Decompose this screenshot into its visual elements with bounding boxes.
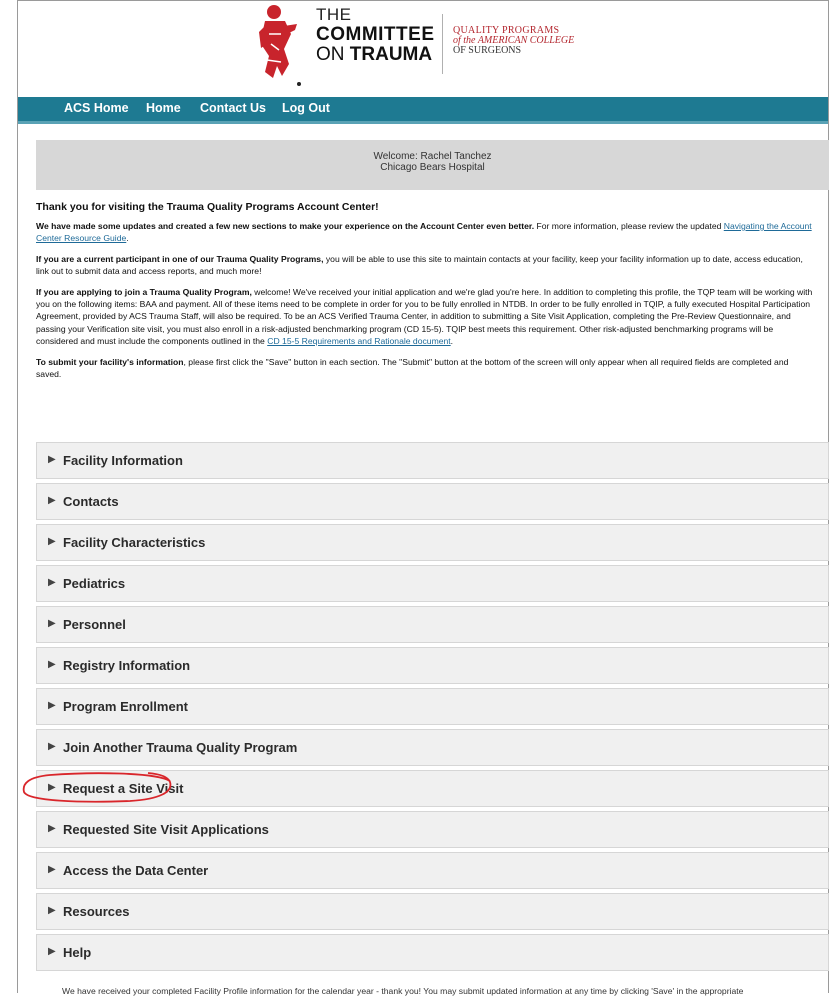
section-label: Facility Characteristics <box>63 535 206 550</box>
expand-arrow-icon: ▶ <box>48 536 56 547</box>
section-label: Personnel <box>63 617 126 632</box>
expand-arrow-icon: ▶ <box>48 905 56 916</box>
committee-on-trauma-wordmark: THE COMMITTEE ON TRAUMA <box>316 5 435 65</box>
cd-15-5-link[interactable]: CD 15-5 Requirements and Rationale docum… <box>267 336 450 346</box>
intro-heading: Thank you for visiting the Trauma Qualit… <box>36 201 379 213</box>
section-personnel[interactable]: ▶ Personnel <box>36 606 829 643</box>
footer-message: We have received your completed Facility… <box>62 986 744 996</box>
section-label: Resources <box>63 904 130 919</box>
welcome-user: Welcome: Rachel Tanchez <box>373 151 492 162</box>
nav-contact-us[interactable]: Contact Us <box>200 101 266 115</box>
section-contacts[interactable]: ▶ Contacts <box>36 483 829 520</box>
expand-arrow-icon: ▶ <box>48 823 56 834</box>
welcome-banner: Welcome: Rachel Tanchez Chicago Bears Ho… <box>36 140 829 190</box>
logo-trauma: TRAUMA <box>349 44 433 65</box>
section-label: Join Another Trauma Quality Program <box>63 740 298 755</box>
trauma-figure-logo-icon <box>259 5 301 86</box>
site-header: THE COMMITTEE ON TRAUMA QUALITY PROGRAMS… <box>0 0 840 95</box>
nav-log-out[interactable]: Log Out <box>282 101 330 115</box>
expand-arrow-icon: ▶ <box>48 618 56 629</box>
red-annotation-circle <box>22 772 172 803</box>
expand-arrow-icon: ▶ <box>48 454 56 465</box>
expand-arrow-icon: ▶ <box>48 577 56 588</box>
section-program-enrollment[interactable]: ▶ Program Enrollment <box>36 688 829 725</box>
expand-arrow-icon: ▶ <box>48 946 56 957</box>
section-label: Help <box>63 945 92 960</box>
section-facility-characteristics[interactable]: ▶ Facility Characteristics <box>36 524 829 561</box>
section-label: Contacts <box>63 494 119 509</box>
logo-divider <box>442 14 443 74</box>
intro-paragraph-submit: To submit your facility's information, p… <box>36 356 789 380</box>
section-pediatrics[interactable]: ▶ Pediatrics <box>36 565 829 602</box>
nav-acs-home[interactable]: ACS Home <box>64 101 129 115</box>
expand-arrow-icon: ▶ <box>48 700 56 711</box>
section-registry-information[interactable]: ▶ Registry Information <box>36 647 829 684</box>
section-join-another-program[interactable]: ▶ Join Another Trauma Quality Program <box>36 729 829 766</box>
section-label: Program Enrollment <box>63 699 188 714</box>
section-label: Facility Information <box>63 453 183 468</box>
expand-arrow-icon: ▶ <box>48 741 56 752</box>
quality-programs-wordmark: QUALITY PROGRAMS of the AMERICAN COLLEGE… <box>453 26 574 56</box>
intro-paragraph-updates: We have made some updates and created a … <box>36 221 812 244</box>
section-label: Pediatrics <box>63 576 126 591</box>
welcome-hospital: Chicago Bears Hospital <box>380 162 485 173</box>
section-label: Registry Information <box>63 658 191 673</box>
logo-committee: COMMITTEE <box>316 24 435 45</box>
section-requested-site-visit-applications[interactable]: ▶ Requested Site Visit Applications <box>36 811 829 848</box>
expand-arrow-icon: ▶ <box>48 495 56 506</box>
section-facility-information[interactable]: ▶ Facility Information <box>36 442 829 479</box>
expand-arrow-icon: ▶ <box>48 864 56 875</box>
expand-arrow-icon: ▶ <box>48 659 56 670</box>
section-resources[interactable]: ▶ Resources <box>36 893 829 930</box>
intro-paragraph-current: If you are a current participant in one … <box>36 253 803 277</box>
main-nav: ACS Home Home Contact Us Log Out <box>18 97 828 124</box>
logo-on: ON <box>316 44 345 65</box>
logo-the: THE <box>316 5 352 24</box>
intro-paragraph-applying: If you are applying to join a Trauma Qua… <box>36 286 813 347</box>
qp-line3: OF SURGEONS <box>453 45 522 56</box>
section-help[interactable]: ▶ Help <box>36 934 829 971</box>
nav-home[interactable]: Home <box>146 101 181 115</box>
section-label: Access the Data Center <box>63 863 209 878</box>
section-access-data-center[interactable]: ▶ Access the Data Center <box>36 852 829 889</box>
intro-text: Thank you for visiting the Trauma Qualit… <box>36 200 816 388</box>
section-label: Requested Site Visit Applications <box>63 822 269 837</box>
